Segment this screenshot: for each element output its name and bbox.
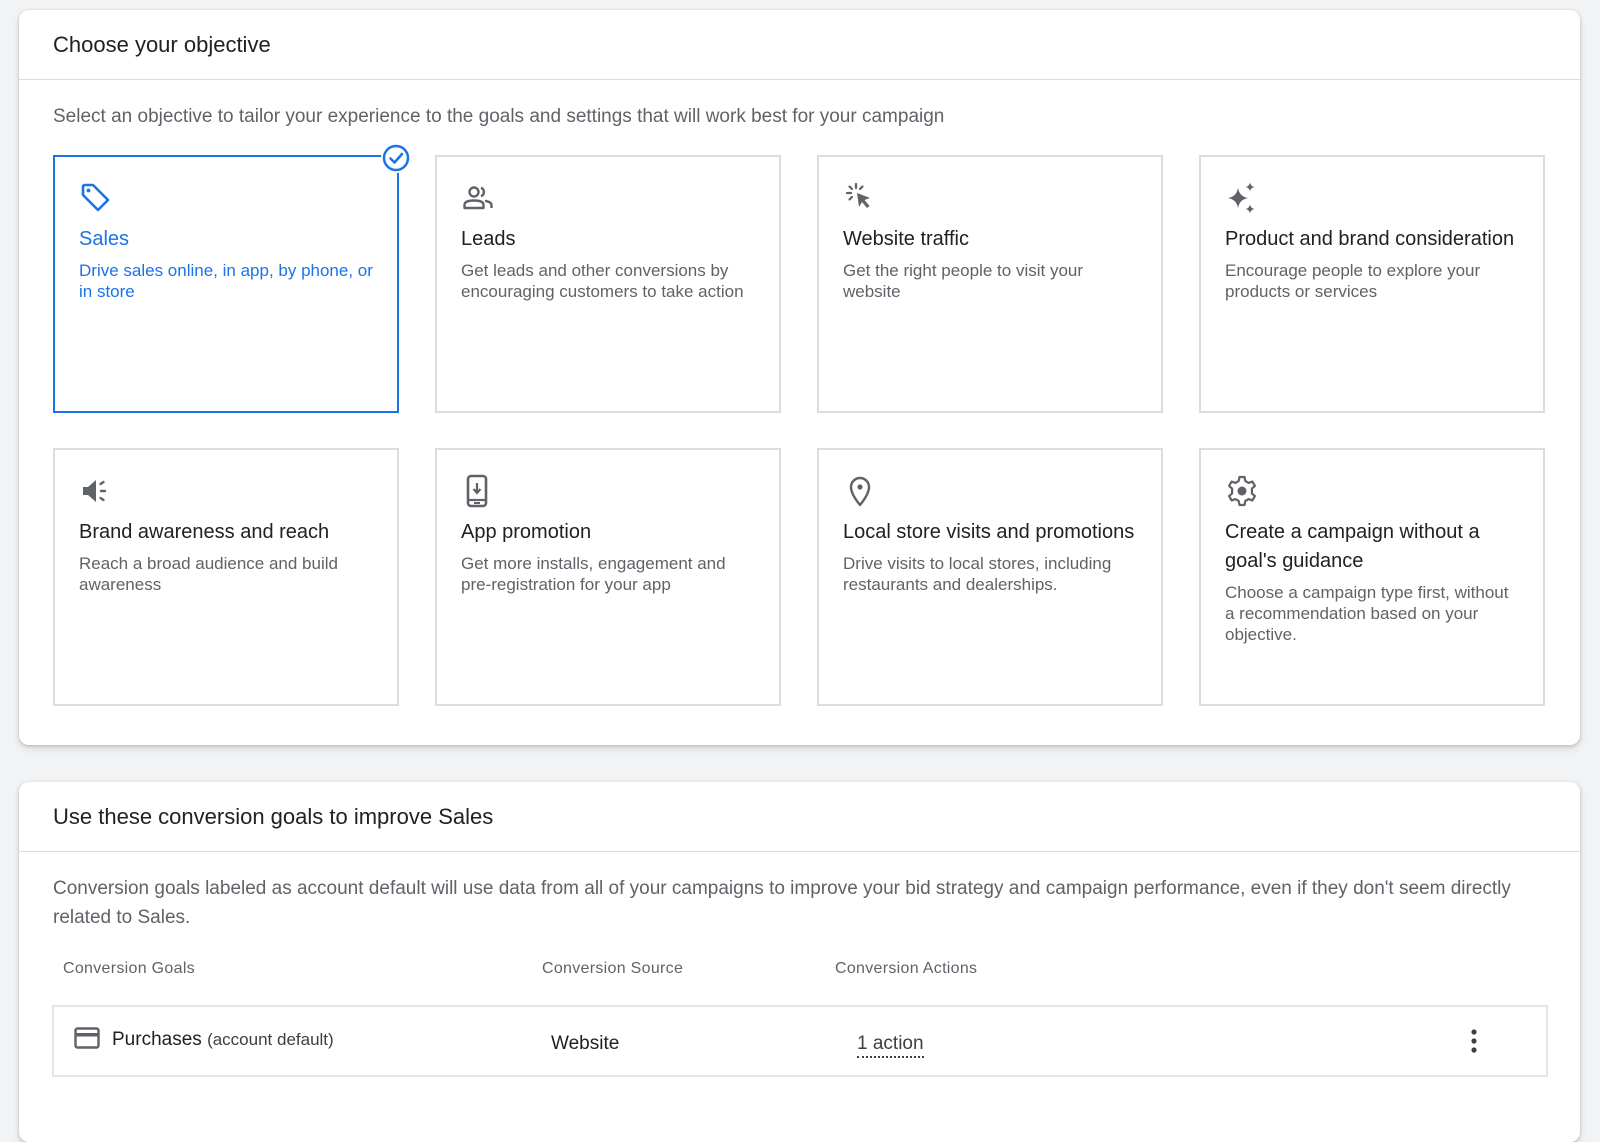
objective-cards-grid: Sales Drive sales online, in app, by pho… xyxy=(53,143,1545,706)
source-cell: Website xyxy=(551,1033,620,1054)
objective-panel-title: Choose your objective xyxy=(19,10,1580,80)
goal-default-label: (account default) xyxy=(207,1030,334,1049)
phone-download-icon xyxy=(466,474,488,508)
card-description: Drive sales online, in app, by phone, or… xyxy=(79,261,373,301)
card-description: Get leads and other conversions by encou… xyxy=(461,261,744,301)
check-circle-icon xyxy=(381,143,411,173)
objective-card-sales[interactable]: Sales Drive sales online, in app, by pho… xyxy=(53,143,411,413)
column-header-goals: Conversion Goals xyxy=(63,960,195,977)
card-title: Product and brand consideration xyxy=(1225,228,1515,250)
location-pin-icon xyxy=(849,476,871,507)
column-header-source: Conversion Source xyxy=(542,960,684,977)
card-title: Leads xyxy=(461,228,516,250)
cursor-click-icon xyxy=(845,182,870,208)
card-title: Sales xyxy=(79,228,130,250)
card-title: Local store visits and promotions xyxy=(843,521,1135,543)
table-row[interactable]: Purchases (account default) Website 1 ac… xyxy=(52,1005,1548,1077)
tag-icon xyxy=(81,183,110,212)
more-vert-icon[interactable] xyxy=(1462,1025,1486,1057)
goal-cell: Purchases (account default) xyxy=(112,1029,334,1051)
credit-card-icon xyxy=(74,1027,100,1049)
objective-card-product-brand-consideration[interactable]: Product and brand consideration Encourag… xyxy=(1199,155,1545,413)
conversion-goals-description: Conversion goals labeled as account defa… xyxy=(53,878,1511,928)
objective-card-app-promotion[interactable]: App promotion Get more installs, engagem… xyxy=(435,448,781,706)
card-description: Choose a campaign type first, without a … xyxy=(1225,583,1509,644)
card-description: Drive visits to local stores, including … xyxy=(843,554,1112,594)
goal-name: Purchases xyxy=(112,1029,202,1050)
card-description: Get more installs, engagement and pre-re… xyxy=(461,554,726,594)
objective-panel: Choose your objective Select an objectiv… xyxy=(19,10,1580,745)
actions-link[interactable]: 1 action xyxy=(857,1033,924,1058)
objective-card-website-traffic[interactable]: Website traffic Get the right people to … xyxy=(817,155,1163,413)
card-title: App promotion xyxy=(461,521,592,543)
objective-card-leads[interactable]: Leads Get leads and other conversions by… xyxy=(435,155,781,413)
card-description: Encourage people to explore your product… xyxy=(1225,261,1481,301)
sparkle-icon xyxy=(1228,182,1255,214)
conversion-goals-panel: Use these conversion goals to improve Sa… xyxy=(19,782,1580,1142)
card-title: Brand awareness and reach xyxy=(79,521,330,543)
objective-card-no-goal-guidance[interactable]: Create a campaign without a goal's guida… xyxy=(1199,448,1545,706)
megaphone-icon xyxy=(83,480,107,502)
column-header-actions: Conversion Actions xyxy=(835,960,978,977)
gear-icon xyxy=(1228,475,1256,507)
objective-description: Select an objective to tailor your exper… xyxy=(53,106,945,127)
card-description: Get the right people to visit your websi… xyxy=(843,261,1084,301)
objective-card-brand-awareness[interactable]: Brand awareness and reach Reach a broad … xyxy=(53,448,399,706)
actions-cell: 1 action xyxy=(857,1033,924,1058)
people-icon xyxy=(463,186,493,210)
card-title: Create a campaign without a goal's guida… xyxy=(1225,521,1480,572)
card-description: Reach a broad audience and build awarene… xyxy=(79,554,338,594)
card-title: Website traffic xyxy=(843,228,969,250)
conversion-goals-title: Use these conversion goals to improve Sa… xyxy=(19,782,1580,852)
objective-card-local-store-visits[interactable]: Local store visits and promotions Drive … xyxy=(817,448,1163,706)
